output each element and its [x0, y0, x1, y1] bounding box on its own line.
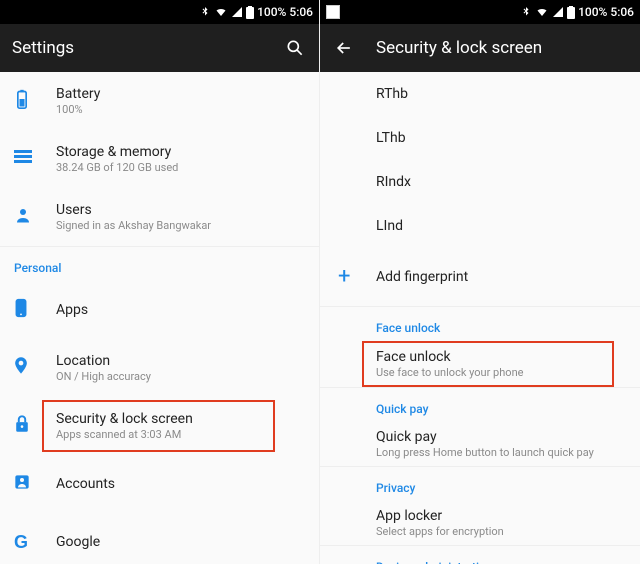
status-bar: 100% 5:06 [320, 0, 640, 24]
signal-icon [552, 6, 564, 18]
row-fingerprint-lthb[interactable]: LThb [320, 116, 640, 160]
battery-icon [246, 6, 254, 19]
battery-settings-icon [14, 89, 30, 113]
row-title: Apps [56, 302, 305, 318]
status-right: 100% 5:06 [199, 5, 313, 19]
notification-icon [326, 5, 340, 19]
row-title: Quick pay [376, 429, 626, 445]
row-title: Accounts [56, 476, 305, 492]
accounts-icon [14, 474, 30, 494]
back-icon[interactable] [332, 36, 356, 60]
phone-left: 100% 5:06 Settings Battery 100% [0, 0, 320, 564]
row-apps[interactable]: Apps [0, 281, 319, 339]
section-privacy: Privacy [320, 467, 640, 501]
row-title: LThb [376, 130, 406, 146]
app-bar: Settings [0, 24, 319, 72]
settings-list[interactable]: Battery 100% Storage & memory 38.24 GB o… [0, 72, 319, 564]
row-quick-pay[interactable]: Quick pay Long press Home button to laun… [320, 422, 640, 466]
battery-text: 100% [578, 5, 607, 19]
row-sub: Use face to unlock your phone [376, 366, 626, 379]
clock-text: 5:06 [289, 5, 313, 19]
appbar-title: Security & lock screen [376, 38, 628, 58]
row-add-fingerprint[interactable]: + Add fingerprint [320, 248, 640, 306]
row-google[interactable]: G Google [0, 513, 319, 564]
row-title: Users [56, 202, 305, 218]
row-title: Add fingerprint [376, 269, 626, 285]
security-list[interactable]: RThb LThb RIndx LInd + Add fingerprint F… [320, 72, 640, 564]
row-sub: 100% [56, 103, 305, 116]
wifi-icon [214, 6, 228, 18]
row-sub: Select apps for encryption [376, 525, 626, 538]
row-fingerprint-lind[interactable]: LInd [320, 204, 640, 248]
row-app-locker[interactable]: App locker Select apps for encryption [320, 501, 640, 545]
row-title: RThb [376, 86, 408, 102]
row-accounts[interactable]: Accounts [0, 455, 319, 513]
row-fingerprint-rthb[interactable]: RThb [320, 72, 640, 116]
row-security[interactable]: Security & lock screen Apps scanned at 3… [0, 397, 319, 455]
row-sub: Apps scanned at 3:03 AM [56, 428, 305, 441]
search-icon[interactable] [283, 36, 307, 60]
status-left [326, 5, 340, 19]
row-title: Google [56, 534, 305, 550]
row-location[interactable]: Location ON / High accuracy [0, 339, 319, 397]
row-sub: ON / High accuracy [56, 370, 305, 383]
row-sub: Long press Home button to launch quick p… [376, 446, 626, 459]
row-title: RIndx [376, 174, 411, 190]
section-quick-pay: Quick pay [320, 388, 640, 422]
wifi-icon [535, 6, 549, 18]
row-face-unlock[interactable]: Face unlock Use face to unlock your phon… [320, 341, 640, 387]
row-title: Location [56, 353, 305, 369]
row-battery[interactable]: Battery 100% [0, 72, 319, 130]
appbar-title: Settings [12, 38, 263, 58]
plus-icon: + [338, 266, 350, 288]
status-bar: 100% 5:06 [0, 0, 319, 24]
row-fingerprint-rindx[interactable]: RIndx [320, 160, 640, 204]
apps-icon [14, 298, 28, 322]
row-sub: 38.24 GB of 120 GB used [56, 161, 305, 174]
row-title: Face unlock [376, 349, 626, 365]
row-storage[interactable]: Storage & memory 38.24 GB of 120 GB used [0, 130, 319, 188]
phone-right: 100% 5:06 Security & lock screen RThb LT… [320, 0, 640, 564]
google-icon: G [14, 532, 28, 553]
row-users[interactable]: Users Signed in as Akshay Bangwakar [0, 188, 319, 246]
status-right: 100% 5:06 [520, 5, 634, 19]
bluetooth-icon [199, 6, 211, 18]
row-sub: Signed in as Akshay Bangwakar [56, 219, 305, 232]
section-device-admin: Device administration [320, 546, 640, 564]
lock-icon [14, 415, 30, 437]
section-face-unlock: Face unlock [320, 307, 640, 341]
signal-icon [231, 6, 243, 18]
row-title: Battery [56, 86, 305, 102]
section-personal: Personal [0, 247, 319, 281]
location-icon [14, 356, 28, 380]
row-title: Storage & memory [56, 144, 305, 160]
battery-text: 100% [257, 5, 286, 19]
row-title: LInd [376, 218, 403, 234]
app-bar: Security & lock screen [320, 24, 640, 72]
row-title: Security & lock screen [56, 411, 305, 427]
clock-text: 5:06 [610, 5, 634, 19]
bluetooth-icon [520, 6, 532, 18]
row-title: App locker [376, 508, 626, 524]
users-icon [14, 207, 32, 227]
storage-icon [14, 149, 32, 169]
battery-icon [567, 6, 575, 19]
